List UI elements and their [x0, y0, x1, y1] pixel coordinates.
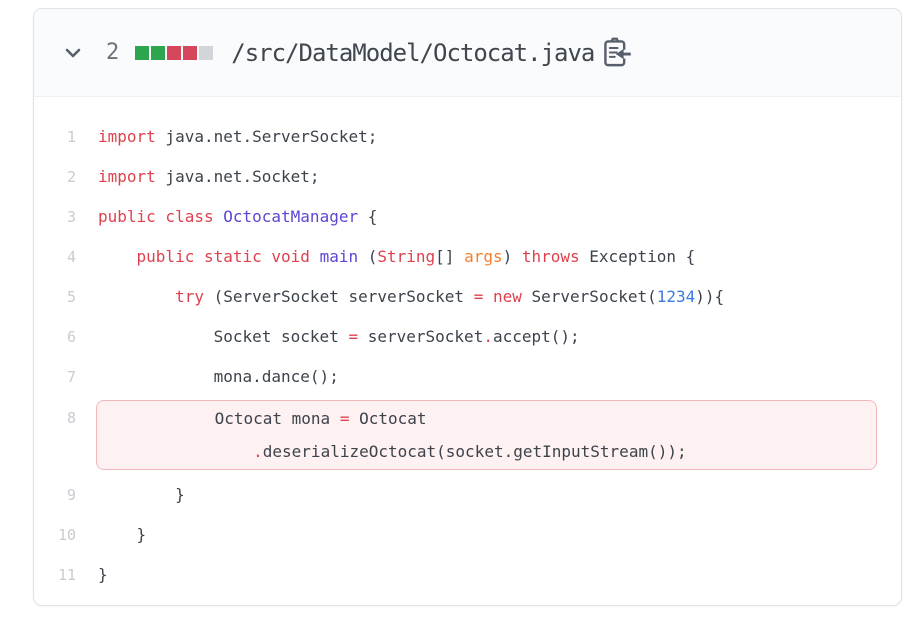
code-token-default: java.net.Socket;: [156, 167, 320, 186]
code-token-type: main: [320, 247, 359, 266]
code-text-row: import java.net.Socket;: [96, 157, 320, 197]
line-number: 5: [34, 288, 76, 306]
code-text-row: }: [96, 475, 185, 515]
code-token-default: }: [98, 525, 146, 544]
code-area: 1 import java.net.ServerSocket; 2 import ja…: [34, 97, 901, 595]
code-token-keyword: =: [348, 327, 358, 346]
line-number: 2: [34, 168, 76, 186]
code-token-keyword: import: [98, 167, 156, 186]
code-token-keyword: public class: [98, 207, 214, 226]
code-text-row: mona.dance();: [96, 357, 339, 397]
code-token-keyword: .: [253, 442, 263, 461]
code-text-row: public static void main (String[] args) …: [96, 237, 695, 277]
code-text-row: }: [96, 555, 108, 595]
code-line: 6 Socket socket = serverSocket.accept();: [34, 317, 901, 357]
changes-count: 2: [106, 40, 119, 65]
code-token-default: ): [503, 247, 522, 266]
code-text-row: import java.net.ServerSocket;: [96, 117, 377, 157]
code-token-keyword: public static void: [137, 247, 310, 266]
code-token-default: [310, 247, 320, 266]
code-token-default: (: [358, 247, 377, 266]
code-token-default: }: [98, 565, 108, 584]
code-token-default: accept();: [493, 327, 580, 346]
code-token-default: Octocat mona: [99, 409, 340, 428]
code-line: 5 try (ServerSocket serverSocket = new S…: [34, 277, 901, 317]
code-token-keyword: try: [175, 287, 204, 306]
code-token-default: Socket socket: [98, 327, 348, 346]
diffstat-square-added: [135, 46, 149, 60]
code-token-keyword: throws: [522, 247, 580, 266]
code-line: 2 import java.net.Socket;: [34, 157, 901, 197]
code-token-default: ServerSocket(: [522, 287, 657, 306]
code-token-keyword: new: [493, 287, 522, 306]
code-token-default: {: [358, 207, 377, 226]
code-line-highlighted: 8 Octocat mona = Octocat .deserializeOct…: [34, 400, 901, 470]
clipboard-paste-icon[interactable]: [602, 37, 632, 69]
line-number: 6: [34, 328, 76, 346]
code-token-default: }: [98, 485, 185, 504]
file-card: 2 /src/DataModel/Octocat.java 1 import ja…: [33, 8, 902, 606]
line-number: 10: [34, 526, 76, 544]
line-number: 7: [34, 368, 76, 386]
code-token-default: java.net.ServerSocket;: [156, 127, 378, 146]
diffstat-square-added: [151, 46, 165, 60]
diffstat-square-deleted: [183, 46, 197, 60]
code-line: 7 mona.dance();: [34, 357, 901, 397]
code-token-default: serverSocket: [358, 327, 483, 346]
code-token-keyword: import: [98, 127, 156, 146]
line-number: 11: [34, 566, 76, 584]
alert-highlight-box: Octocat mona = Octocat .deserializeOctoc…: [96, 400, 877, 470]
line-number: 1: [34, 128, 76, 146]
code-token-number: 1234: [657, 287, 696, 306]
code-line: 10 }: [34, 515, 901, 555]
code-token-default: []: [435, 247, 464, 266]
code-token-default: Octocat: [349, 409, 426, 428]
line-number: 8: [34, 402, 76, 435]
code-token-keyword: .: [483, 327, 493, 346]
code-token-default: )){: [695, 287, 724, 306]
code-token-default: [483, 287, 493, 306]
code-token-default: (ServerSocket serverSocket: [204, 287, 474, 306]
code-token-type: OctocatManager: [223, 207, 358, 226]
code-text-row: Socket socket = serverSocket.accept();: [96, 317, 580, 357]
code-token-default: mona.dance();: [98, 367, 339, 386]
code-token-default: [98, 287, 175, 306]
file-header: 2 /src/DataModel/Octocat.java: [34, 9, 901, 97]
line-number: 4: [34, 248, 76, 266]
chevron-down-icon[interactable]: [62, 42, 84, 64]
file-path: /src/DataModel/Octocat.java: [231, 39, 594, 67]
diffstat: [135, 46, 213, 60]
code-token-default: deserializeOctocat(socket.getInputStream…: [263, 442, 687, 461]
code-token-default: Exception {: [580, 247, 696, 266]
code-line: 9 }: [34, 475, 901, 515]
line-number: 9: [34, 486, 76, 504]
code-line: 1 import java.net.ServerSocket;: [34, 117, 901, 157]
code-token-default: [99, 442, 253, 461]
code-text-row: public class OctocatManager {: [96, 197, 377, 237]
code-token-default: [214, 207, 224, 226]
code-line: 11}: [34, 555, 901, 595]
code-text-row: Octocat mona = Octocat: [97, 402, 876, 435]
diffstat-square-neutral: [199, 46, 213, 60]
code-text-row: }: [96, 515, 146, 555]
line-number: 3: [34, 208, 76, 226]
code-line: 4 public static void main (String[] args…: [34, 237, 901, 277]
code-text-row: try (ServerSocket serverSocket = new Ser…: [96, 277, 724, 317]
code-token-keyword: =: [474, 287, 484, 306]
code-token-default: [98, 247, 137, 266]
diffstat-square-deleted: [167, 46, 181, 60]
code-token-param: args: [464, 247, 503, 266]
code-token-keyword: String: [377, 247, 435, 266]
code-text-row: .deserializeOctocat(socket.getInputStrea…: [97, 435, 876, 468]
code-line: 3 public class OctocatManager {: [34, 197, 901, 237]
